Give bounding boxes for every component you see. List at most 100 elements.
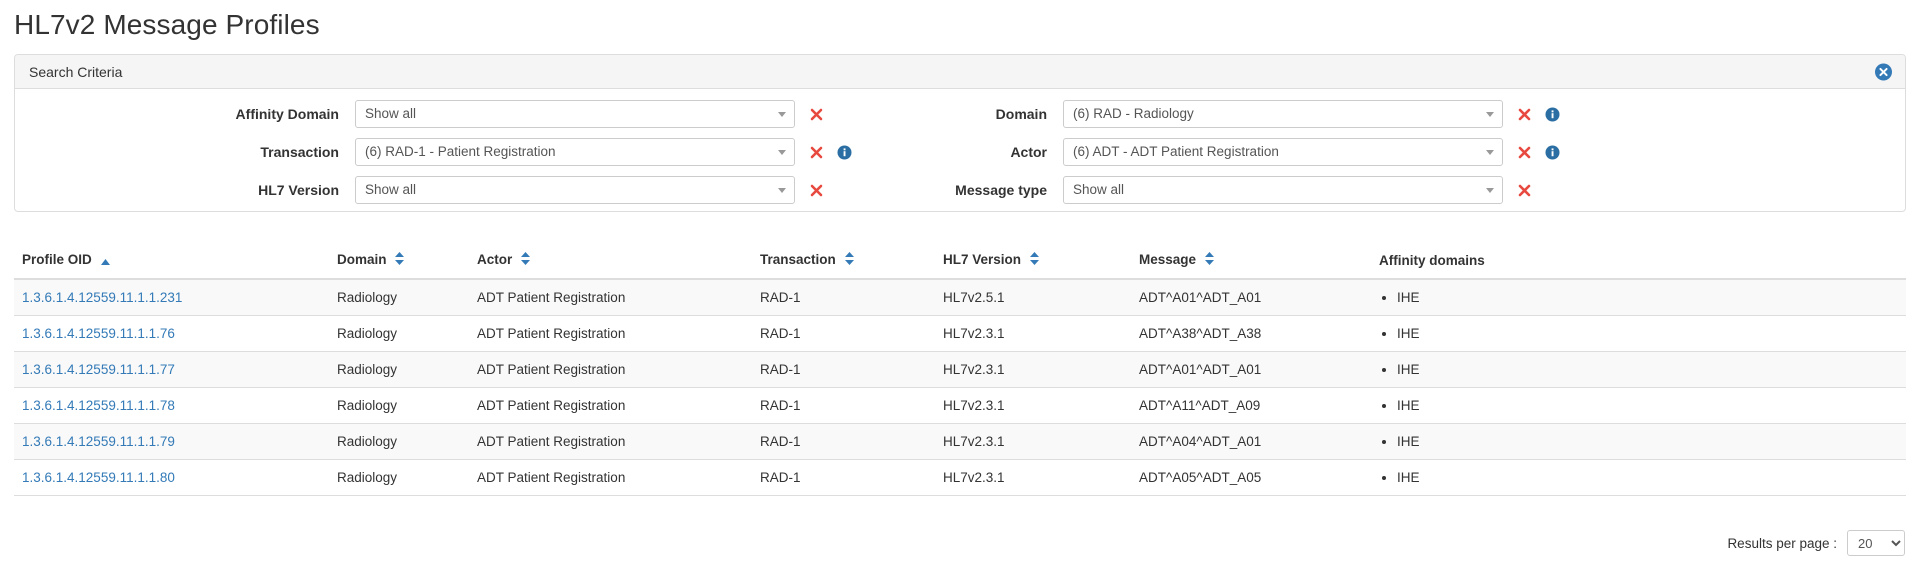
profile-oid-link[interactable]: 1.3.6.1.4.12559.11.1.1.79 [22, 434, 175, 449]
cell-hl7-version: HL7v2.3.1 [935, 423, 1131, 461]
column-label-hl7-version: HL7 Version [943, 252, 1022, 267]
page-title: HL7v2 Message Profiles [14, 9, 320, 40]
clear-actor-x-icon[interactable] [1513, 141, 1535, 163]
actor-info-icon[interactable] [1541, 141, 1563, 163]
list-item: IHE [1397, 398, 1898, 413]
column-header-affinity-domains: Affinity domains [1371, 248, 1906, 281]
domain-info-icon[interactable] [1541, 103, 1563, 125]
column-label-profile-oid: Profile OID [22, 252, 92, 268]
domain-label: Domain [995, 106, 1047, 122]
column-header-domain[interactable]: Domain [329, 248, 469, 281]
affinity-domains-list: IHE [1379, 290, 1898, 305]
column-header-actor[interactable]: Actor [469, 248, 752, 281]
sort-both-icon[interactable] [521, 252, 531, 268]
search-criteria-title: Search Criteria [29, 63, 123, 80]
cell-message: ADT^A05^ADT_A05 [1131, 459, 1371, 497]
results-per-page-select[interactable]: 20 [1847, 530, 1905, 556]
clear-hl7-version-x-icon[interactable] [805, 179, 827, 201]
cell-transaction: RAD-1 [752, 459, 935, 497]
clear-transaction-x-icon[interactable] [805, 141, 827, 163]
search-criteria-body: Affinity Domain Show all Transaction (6)… [15, 89, 1905, 211]
cell-transaction: RAD-1 [752, 387, 935, 425]
search-fields-left-column: Affinity Domain Show all Transaction (6)… [15, 99, 935, 213]
profile-oid-link[interactable]: 1.3.6.1.4.12559.11.1.1.80 [22, 470, 175, 485]
list-item: IHE [1397, 434, 1898, 449]
results-table-head: Profile OID Domain Actor Transaction HL7… [14, 248, 1906, 281]
domain-select[interactable]: (6) RAD - Radiology [1063, 100, 1503, 128]
cell-affinity-domains: IHE [1371, 279, 1906, 317]
pagination-footer: Results per page : 20 [1727, 530, 1905, 556]
cell-affinity-domains: IHE [1371, 423, 1906, 461]
sort-both-icon[interactable] [1029, 252, 1039, 268]
cell-actor: ADT Patient Registration [469, 387, 752, 425]
cell-transaction: RAD-1 [752, 279, 935, 317]
actor-select-wrap: (6) ADT - ADT Patient Registration [1063, 138, 1503, 166]
cell-actor: ADT Patient Registration [469, 315, 752, 353]
profile-oid-link[interactable]: 1.3.6.1.4.12559.11.1.1.231 [22, 290, 182, 305]
hl7-version-label: HL7 Version [258, 182, 339, 198]
close-circle-icon[interactable] [1875, 63, 1892, 80]
affinity-domains-list: IHE [1379, 434, 1898, 449]
search-criteria-header: Search Criteria [15, 55, 1905, 89]
profile-oid-link[interactable]: 1.3.6.1.4.12559.11.1.1.77 [22, 362, 175, 377]
sort-both-icon[interactable] [1204, 252, 1214, 268]
results-table: Profile OID Domain Actor Transaction HL7… [14, 248, 1906, 497]
cell-message: ADT^A04^ADT_A01 [1131, 423, 1371, 461]
search-criteria-panel: Search Criteria Affinity Domain Show all [14, 54, 1906, 212]
clear-domain-x-icon[interactable] [1513, 103, 1535, 125]
cell-profile-oid: 1.3.6.1.4.12559.11.1.1.79 [14, 423, 329, 461]
clear-message-type-x-icon[interactable] [1513, 179, 1535, 201]
table-row: 1.3.6.1.4.12559.11.1.1.78 Radiology ADT Pa… [14, 387, 1906, 425]
sort-ascending-icon[interactable] [100, 253, 110, 268]
affinity-domains-list: IHE [1379, 398, 1898, 413]
cell-profile-oid: 1.3.6.1.4.12559.11.1.1.78 [14, 387, 329, 425]
transaction-select[interactable]: (6) RAD-1 - Patient Registration [355, 138, 795, 166]
cell-hl7-version: HL7v2.3.1 [935, 387, 1131, 425]
results-table-wrap: Profile OID Domain Actor Transaction HL7… [14, 248, 1906, 497]
cell-affinity-domains: IHE [1371, 387, 1906, 425]
profile-oid-link[interactable]: 1.3.6.1.4.12559.11.1.1.76 [22, 326, 175, 341]
cell-domain: Radiology [329, 315, 469, 353]
field-row-hl7-version: HL7 Version Show all [15, 175, 935, 205]
hl7v2-message-profiles-page: HL7v2 Message Profiles Search Criteria A… [0, 0, 1919, 564]
table-row: 1.3.6.1.4.12559.11.1.1.76 Radiology ADT Pa… [14, 315, 1906, 353]
list-item: IHE [1397, 470, 1898, 485]
affinity-domain-select-wrap: Show all [355, 100, 795, 128]
affinity-domain-select[interactable]: Show all [355, 100, 795, 128]
actor-label: Actor [1010, 144, 1047, 160]
column-label-affinity-domains: Affinity domains [1379, 252, 1485, 268]
profile-oid-link[interactable]: 1.3.6.1.4.12559.11.1.1.78 [22, 398, 175, 413]
cell-profile-oid: 1.3.6.1.4.12559.11.1.1.80 [14, 459, 329, 497]
cell-hl7-version: HL7v2.3.1 [935, 351, 1131, 389]
cell-domain: Radiology [329, 387, 469, 425]
cell-hl7-version: HL7v2.3.1 [935, 459, 1131, 497]
message-type-label: Message type [955, 182, 1047, 198]
cell-actor: ADT Patient Registration [469, 351, 752, 389]
affinity-domain-label: Affinity Domain [235, 106, 339, 122]
cell-transaction: RAD-1 [752, 423, 935, 461]
column-header-transaction[interactable]: Transaction [752, 248, 935, 281]
cell-actor: ADT Patient Registration [469, 423, 752, 461]
cell-transaction: RAD-1 [752, 315, 935, 353]
transaction-info-icon[interactable] [833, 141, 855, 163]
hl7-version-select[interactable]: Show all [355, 176, 795, 204]
table-row: 1.3.6.1.4.12559.11.1.1.80 Radiology ADT Pa… [14, 459, 1906, 497]
field-row-message-type: Message type Show all [935, 175, 1895, 205]
column-header-hl7-version[interactable]: HL7 Version [935, 248, 1131, 281]
domain-select-wrap: (6) RAD - Radiology [1063, 100, 1503, 128]
column-header-profile-oid[interactable]: Profile OID [14, 248, 329, 281]
cell-hl7-version: HL7v2.3.1 [935, 315, 1131, 353]
list-item: IHE [1397, 326, 1898, 341]
cell-message: ADT^A11^ADT_A09 [1131, 387, 1371, 425]
cell-message: ADT^A38^ADT_A38 [1131, 315, 1371, 353]
clear-affinity-domain-x-icon[interactable] [805, 103, 827, 125]
sort-both-icon[interactable] [844, 252, 854, 268]
message-type-select[interactable]: Show all [1063, 176, 1503, 204]
column-header-message[interactable]: Message [1131, 248, 1371, 281]
actor-select[interactable]: (6) ADT - ADT Patient Registration [1063, 138, 1503, 166]
cell-transaction: RAD-1 [752, 351, 935, 389]
field-row-affinity-domain: Affinity Domain Show all [15, 99, 935, 129]
sort-both-icon[interactable] [395, 252, 405, 268]
table-header-row: Profile OID Domain Actor Transaction HL7… [14, 248, 1906, 281]
cell-domain: Radiology [329, 351, 469, 389]
